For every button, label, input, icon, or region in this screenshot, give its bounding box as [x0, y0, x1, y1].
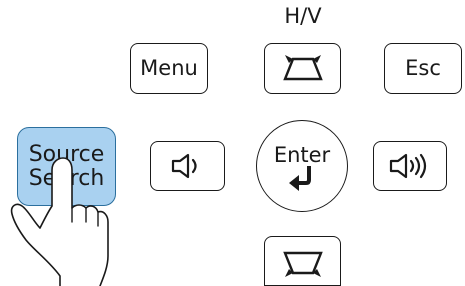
esc-button[interactable]: Esc	[384, 43, 462, 94]
source-search-button[interactable]: Source Search	[17, 127, 116, 206]
volume-down-icon	[171, 153, 197, 179]
volume-down-button[interactable]	[150, 141, 225, 191]
volume-up-icon	[389, 153, 427, 179]
keystone-horizontal-icon	[282, 251, 323, 277]
source-search-label-line2: Search	[28, 165, 105, 191]
volume-up-button[interactable]	[373, 141, 447, 191]
enter-button[interactable]: Enter	[256, 120, 348, 212]
menu-button-label: Menu	[140, 56, 198, 80]
keystone-vertical-icon	[282, 54, 323, 80]
hv-label: H/V	[284, 4, 322, 28]
enter-arrow-icon	[289, 165, 311, 191]
keystone-down-button[interactable]	[264, 236, 341, 286]
menu-button[interactable]: Menu	[130, 43, 208, 94]
keystone-up-button[interactable]	[264, 43, 341, 94]
enter-button-label: Enter	[273, 142, 331, 167]
esc-button-label: Esc	[405, 56, 441, 80]
source-search-label-line1: Source	[28, 141, 105, 167]
